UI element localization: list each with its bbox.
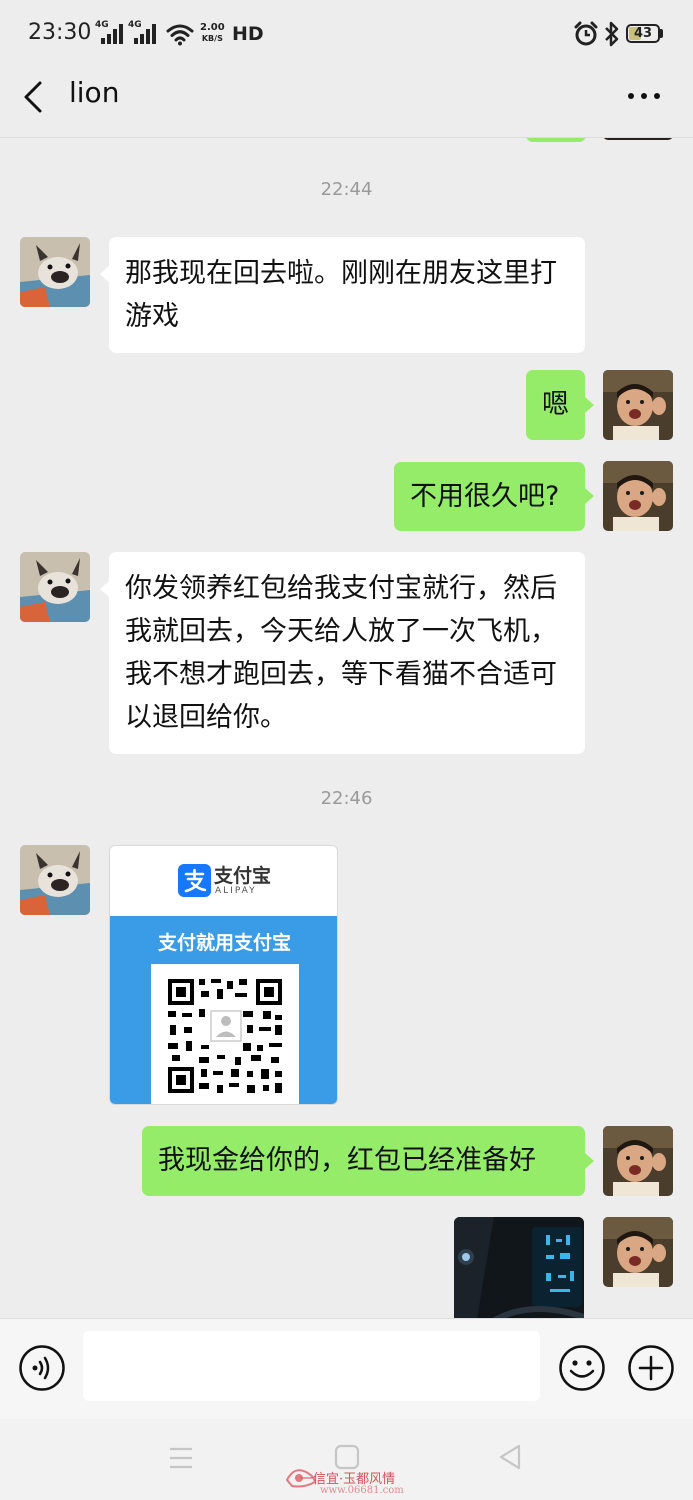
alipay-logo-en: ALIPAY [215,886,257,896]
alarm-icon [574,21,598,46]
sent-image[interactable] [454,1217,584,1318]
battery-cap [660,29,663,38]
emoji-icon[interactable] [558,1344,606,1392]
back-nav-icon[interactable] [497,1443,523,1471]
wifi-icon [166,24,194,46]
battery-icon: 43 [626,24,660,43]
qr-code [151,964,299,1104]
add-more-icon[interactable] [627,1344,675,1392]
cellular-signal-icon: 4G [95,20,123,44]
bubble-tail [100,266,109,282]
back-icon[interactable] [20,80,46,114]
chat-title: lion [69,76,120,109]
watermark: 一信宜·玉都风情 www.06681.com [300,1468,404,1496]
home-icon[interactable] [334,1444,360,1470]
more-options-icon[interactable] [626,88,662,104]
message-input[interactable] [83,1331,540,1401]
chat-area[interactable]: 22:44 那我现在回去啦。刚刚在朋友这里打游戏 嗯 不用很久吧? 你发领养红包… [0,138,693,1318]
timestamp: 22:44 [320,179,373,200]
network-speed-value: 2.00 [200,22,225,33]
message-bubble-outgoing[interactable]: 我现金给你的，红包已经准备好 [142,1126,585,1196]
timestamp: 22:46 [320,788,373,809]
message-bubble-outgoing[interactable]: 嗯 [526,370,585,440]
contact-avatar[interactable] [20,552,90,622]
bubble-tail [585,397,594,413]
my-avatar[interactable] [603,1126,673,1196]
cellular-signal-icon-2: 4G [128,20,160,44]
voice-input-icon[interactable] [18,1344,66,1392]
my-avatar[interactable] [603,1217,673,1287]
network-speed-unit: KB/S [201,34,223,43]
bubble-tail [585,488,594,504]
status-time: 23:30 [28,20,92,45]
alipay-logo-icon [178,864,211,897]
message-bubble-outgoing[interactable]: 不用很久吧? [394,462,585,531]
alipay-slogan: 支付就用支付宝 [157,932,291,954]
previous-avatar [603,138,673,140]
watermark-url: www.06681.com [320,1485,404,1496]
hd-voice-label: HD [232,23,264,45]
bubble-tail [100,581,109,597]
network-speed: 2.00 KB/S [200,22,225,44]
message-bubble-incoming[interactable]: 那我现在回去啦。刚刚在朋友这里打游戏 [109,237,585,353]
contact-avatar[interactable] [20,845,90,915]
alipay-qr-image[interactable]: 支付宝 ALIPAY 支付就用支付宝 [109,845,338,1105]
contact-avatar[interactable] [20,237,90,307]
network-type-label-2: 4G [128,20,142,30]
network-type-label: 4G [95,20,109,30]
my-avatar[interactable] [603,370,673,440]
alipay-body: 支付就用支付宝 [110,916,337,1104]
alipay-logo-text: 支付宝 [214,865,272,887]
alipay-header: 支付宝 ALIPAY [110,846,337,916]
bubble-tail [585,1153,594,1169]
bluetooth-icon [605,21,619,47]
battery-level: 43 [633,26,653,41]
my-avatar[interactable] [603,461,673,531]
previous-message-bubble [526,138,586,142]
message-bubble-incoming[interactable]: 你发领养红包给我支付宝就行，然后我就回去，今天给人放了一次飞机，我不想才跑回去，… [109,552,585,754]
menu-icon[interactable] [168,1446,194,1470]
